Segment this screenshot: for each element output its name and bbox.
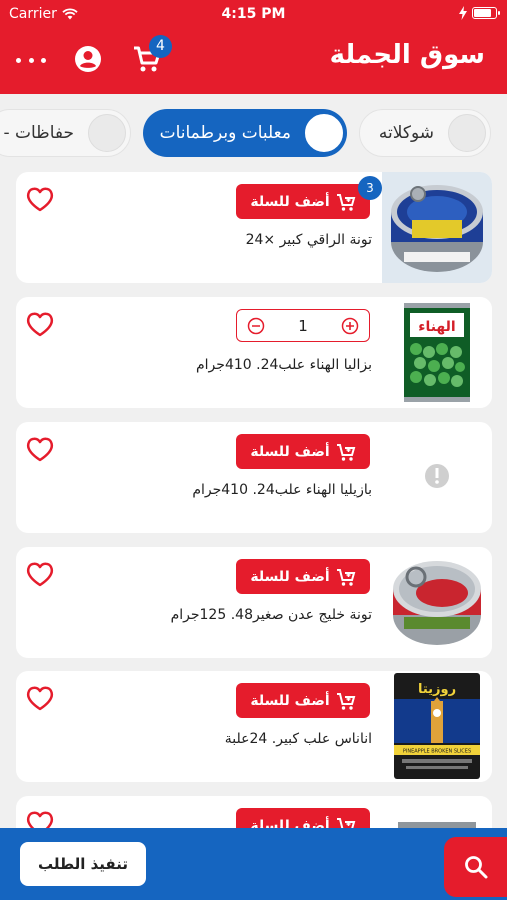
product-card[interactable]: أضف للسلة تونة خليج عدن صغير48. 125جرام [16,547,492,658]
add-to-cart-icon [336,568,355,586]
add-to-cart-icon [336,443,355,461]
status-time: 4:15 PM [221,6,286,22]
search-button[interactable] [444,837,507,897]
cart-quantity-badge: 3 [358,176,382,200]
status-bar: Carrier 4:15 PM [0,0,507,28]
image-missing-icon [425,464,449,488]
app-header: 4 سوق الجملة [0,28,507,94]
add-to-cart-button[interactable]: أضف للسلة [236,683,370,718]
charging-icon [459,6,467,20]
add-to-cart-label: أضف للسلة [250,692,330,709]
add-to-cart-icon [336,692,355,710]
add-to-cart-label: أضف للسلة [250,443,330,460]
category-diapers[interactable]: حفاظات - [0,109,131,157]
battery-icon [472,7,500,19]
product-image [382,172,492,283]
account-icon[interactable] [74,45,102,73]
category-image [88,114,126,152]
add-to-cart-icon [336,193,355,211]
bottom-action-bar: تنفيذ الطلب [0,828,507,900]
search-icon [464,856,487,879]
product-card[interactable]: الهناء 1 بزاليا الهناء علب24. 410جرام [16,297,492,408]
product-name: بزاليا الهناء علب24. 410جرام [196,357,372,373]
favorite-icon[interactable] [26,561,54,587]
category-label: شوكلاته [378,123,434,143]
add-to-cart-label: أضف للسلة [250,193,330,210]
quantity-stepper: 1 [236,309,370,342]
cart-count-badge: 4 [149,35,172,58]
favorite-icon[interactable] [26,311,54,337]
checkout-button[interactable]: تنفيذ الطلب [20,842,146,886]
add-to-cart-label: أضف للسلة [250,568,330,585]
favorite-icon[interactable] [26,685,54,711]
quantity-value: 1 [298,316,308,335]
product-image: روزيتا PINEAPPLE BROKEN SLICES [382,671,492,782]
product-card[interactable]: 3 أضف للسلة تونة الراقي كبير ×24 [16,172,492,283]
category-label: معلبات وبرطمانات [159,123,291,143]
category-canned-goods[interactable]: معلبات وبرطمانات [143,109,347,157]
product-name: تونة الراقي كبير ×24 [245,232,372,248]
app-title: سوق الجملة [329,40,485,70]
rozita-brand-logo: روزيتا [418,682,456,697]
favorite-icon[interactable] [26,436,54,462]
product-card[interactable]: روزيتا PINEAPPLE BROKEN SLICES أضف للسلة… [16,671,492,782]
add-to-cart-button[interactable]: أضف للسلة [236,184,370,219]
al-hana-brand-logo: الهناء [418,319,455,335]
product-image: الهناء [382,297,492,408]
category-chocolate[interactable]: شوكلاته [359,109,491,157]
product-name: بازيليا الهناء علب24. 410جرام [192,482,372,498]
favorite-icon[interactable] [26,186,54,212]
category-image [305,114,343,152]
category-bar: شوكلاته معلبات وبرطمانات حفاظات - [0,108,507,158]
category-label: حفاظات - [3,123,74,143]
add-to-cart-button[interactable]: أضف للسلة [236,434,370,469]
add-to-cart-button[interactable]: أضف للسلة [236,559,370,594]
product-card[interactable]: أضف للسلة بازيليا الهناء علب24. 410جرام [16,422,492,533]
product-name: تونة خليج عدن صغير48. 125جرام [170,607,372,623]
plus-icon[interactable] [341,317,359,335]
product-name: اناناس علب كبير. 24علبة [224,731,372,747]
more-options-icon[interactable] [16,50,46,70]
minus-icon[interactable] [247,317,265,335]
product-image [382,547,492,658]
pineapple-can-label: PINEAPPLE BROKEN SLICES [403,749,471,755]
category-image [448,114,486,152]
